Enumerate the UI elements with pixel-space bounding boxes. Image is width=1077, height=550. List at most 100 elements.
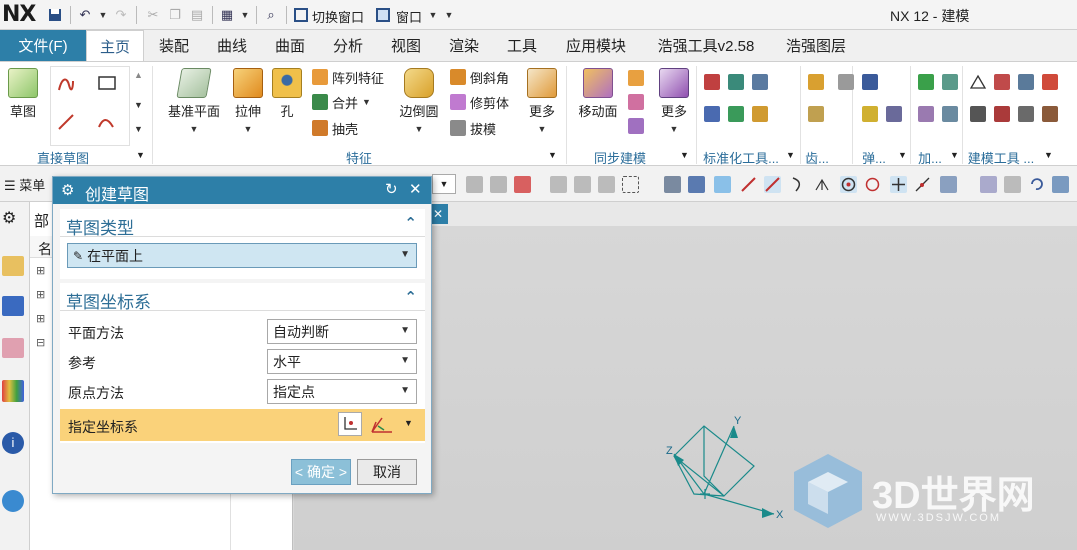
undo-dropdown-icon[interactable]: ▼: [94, 6, 112, 24]
command-finder-icon[interactable]: ⌕: [262, 6, 280, 24]
model-tool-8-icon[interactable]: [1042, 106, 1058, 122]
line-icon[interactable]: [57, 113, 74, 130]
save-icon[interactable]: [46, 6, 64, 24]
add-tool-4-icon[interactable]: [942, 106, 958, 122]
chamfer-button[interactable]: 倒斜角: [450, 67, 509, 87]
point-snap-icon[interactable]: [714, 176, 731, 193]
view-fit-icon[interactable]: [980, 176, 997, 193]
cut-icon[interactable]: ✂: [144, 6, 162, 24]
window-menu-button[interactable]: 窗口: [396, 7, 422, 26]
model-tool-7-icon[interactable]: [1018, 106, 1034, 122]
tree-expand-2[interactable]: ⊞: [36, 288, 45, 301]
select-tool-2-icon[interactable]: [490, 176, 507, 193]
point-on-face-icon[interactable]: [940, 176, 957, 193]
reset-icon[interactable]: ↻: [385, 180, 398, 198]
tree-expand-3[interactable]: ⊞: [36, 312, 45, 325]
add-tool-2-icon[interactable]: [942, 74, 958, 90]
model-tool-4-icon[interactable]: [1042, 74, 1058, 90]
mid-point-icon[interactable]: [764, 176, 781, 193]
arc-icon[interactable]: [97, 113, 114, 129]
rotate-icon[interactable]: [1028, 176, 1045, 193]
assembly-navigator-icon[interactable]: [2, 256, 24, 276]
close-icon[interactable]: ✕: [409, 180, 422, 198]
collapse-chevron-icon[interactable]: ⌃: [404, 214, 417, 232]
datum-plane-button[interactable]: 基准平面 ▼: [164, 68, 224, 135]
quadrant-icon[interactable]: [864, 176, 881, 193]
tab-render[interactable]: 渲染: [436, 30, 492, 61]
sync-delete-face-icon[interactable]: [628, 94, 644, 110]
unite-button[interactable]: 合并 ▼: [312, 92, 371, 112]
part-navigator-icon[interactable]: [2, 338, 24, 358]
tab-home[interactable]: 主页: [86, 30, 144, 61]
settings-gear-icon[interactable]: ⚙: [2, 208, 16, 228]
std-tool-2-icon[interactable]: [728, 74, 744, 90]
customize-icon[interactable]: ▼: [440, 6, 458, 24]
move-face-button[interactable]: 移动面: [574, 68, 622, 120]
tree-collapse-4[interactable]: ⊟: [36, 336, 45, 349]
std-tool-1-icon[interactable]: [704, 74, 720, 90]
more-sync-button[interactable]: 更多 ▼: [656, 68, 692, 135]
tab-curve[interactable]: 曲线: [204, 30, 260, 61]
profile-icon[interactable]: [57, 75, 74, 91]
csys-section-header[interactable]: 草图坐标系 ⌃: [60, 283, 425, 312]
window-icon[interactable]: [374, 6, 392, 24]
csys-dialog-icon[interactable]: [338, 412, 362, 436]
intersection-icon[interactable]: [814, 176, 831, 193]
spring-tool-1-icon[interactable]: [838, 74, 854, 90]
specify-csys-row[interactable]: 指定坐标系 ▼: [60, 409, 425, 441]
std-tool-4-icon[interactable]: [704, 106, 720, 122]
model-tool-3-icon[interactable]: [1018, 74, 1034, 90]
gallery-scroll-up-icon[interactable]: ▲: [134, 70, 143, 80]
csys-options-dropdown-icon[interactable]: ▼: [404, 418, 413, 428]
add-tool-3-icon[interactable]: [918, 106, 934, 122]
extrude-button[interactable]: 拉伸 ▼: [228, 68, 268, 135]
pan-icon[interactable]: [1052, 176, 1069, 193]
sync-group-dropdown[interactable]: ▼: [680, 150, 689, 160]
draft-button[interactable]: 拔模: [450, 118, 496, 138]
select-tool-1-icon[interactable]: [466, 176, 483, 193]
redo-icon[interactable]: ↷: [112, 6, 130, 24]
collapse-chevron-icon[interactable]: ⌃: [404, 288, 417, 306]
trim-body-button[interactable]: 修剪体: [450, 92, 509, 112]
ok-button[interactable]: < 确定 >: [291, 459, 351, 485]
origin-method-select[interactable]: 指定点 ▼: [267, 379, 417, 404]
shell-button[interactable]: 抽壳: [312, 118, 358, 138]
add-group-dropdown[interactable]: ▼: [950, 150, 959, 160]
file-menu[interactable]: 文件(F): [0, 30, 86, 61]
tab-tools[interactable]: 工具: [494, 30, 550, 61]
paste-icon[interactable]: ▤: [188, 6, 206, 24]
triangle-tool-icon[interactable]: [969, 74, 987, 90]
gallery-expand-icon[interactable]: ▼: [134, 124, 143, 134]
model-tool-2-icon[interactable]: [994, 74, 1010, 90]
constraint-navigator-icon[interactable]: [2, 296, 24, 316]
rect-select-icon[interactable]: [622, 176, 639, 193]
model-tool-6-icon[interactable]: [994, 106, 1010, 122]
sync-offset-face-icon[interactable]: [628, 118, 644, 134]
reference-select[interactable]: 水平 ▼: [267, 349, 417, 374]
info-icon[interactable]: i: [2, 432, 24, 454]
select-tool-4-icon[interactable]: [574, 176, 591, 193]
tab-assembly[interactable]: 装配: [146, 30, 202, 61]
dialog-title-bar[interactable]: ⚙ 创建草图 ↻ ✕: [53, 177, 431, 204]
solid-select-icon[interactable]: [664, 176, 681, 193]
point-on-curve-icon[interactable]: [914, 176, 931, 193]
tab-analysis[interactable]: 分析: [320, 30, 376, 61]
pattern-feature-button[interactable]: 阵列特征: [312, 67, 384, 87]
spring-tool-3-icon[interactable]: [862, 106, 878, 122]
select-tool-5-icon[interactable]: [598, 176, 615, 193]
undo-icon[interactable]: ↶: [76, 6, 94, 24]
std-tools-dropdown[interactable]: ▼: [786, 150, 795, 160]
spring-group-dropdown[interactable]: ▼: [898, 150, 907, 160]
switch-window-icon[interactable]: [292, 6, 310, 24]
add-tool-1-icon[interactable]: [918, 74, 934, 90]
body-select-icon[interactable]: [688, 176, 705, 193]
copy-icon[interactable]: ❐: [166, 6, 184, 24]
rectangle-icon[interactable]: [97, 75, 116, 91]
hole-button[interactable]: 孔: [272, 68, 302, 120]
snap-tool-icon[interactable]: [514, 176, 531, 193]
curve-point-icon[interactable]: [790, 176, 807, 193]
std-tool-5-icon[interactable]: [728, 106, 744, 122]
cancel-button[interactable]: 取消: [357, 459, 417, 485]
tab-view[interactable]: 视图: [378, 30, 434, 61]
inferred-csys-icon[interactable]: [366, 412, 396, 436]
